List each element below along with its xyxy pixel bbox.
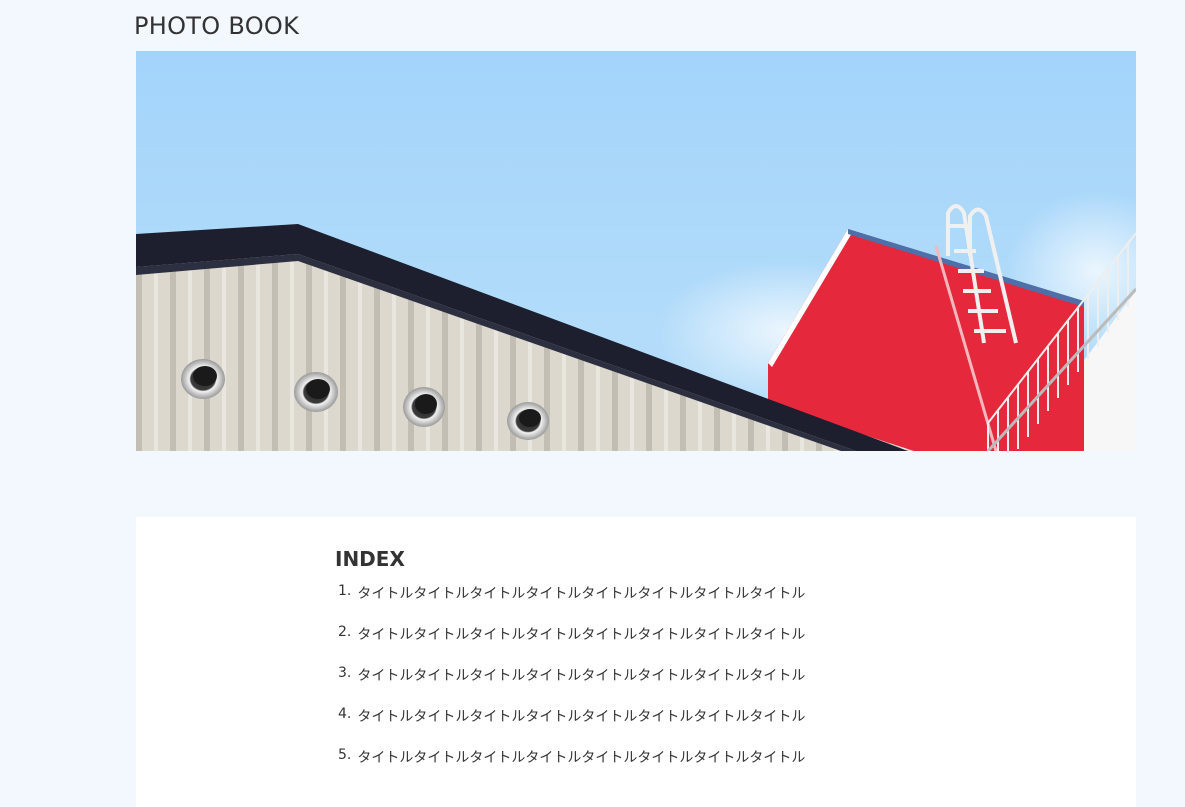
list-item[interactable]: 2. タイトルタイトルタイトルタイトルタイトルタイトルタイトルタイトル — [338, 624, 805, 665]
index-link-3[interactable]: 3. タイトルタイトルタイトルタイトルタイトルタイトルタイトルタイトル — [338, 665, 805, 706]
list-title: タイトルタイトルタイトルタイトルタイトルタイトルタイトルタイトル — [357, 709, 806, 725]
list-number: 5. — [338, 747, 352, 763]
list-title: タイトルタイトルタイトルタイトルタイトルタイトルタイトルタイトル — [357, 627, 806, 643]
site-title: PHOTO BOOK — [134, 12, 300, 40]
list-number: 4. — [338, 706, 352, 722]
list-title: タイトルタイトルタイトルタイトルタイトルタイトルタイトルタイトル — [357, 668, 806, 684]
list-title: タイトルタイトルタイトルタイトルタイトルタイトルタイトルタイトル — [357, 750, 806, 766]
list-title: タイトルタイトルタイトルタイトルタイトルタイトルタイトルタイトル — [357, 586, 806, 602]
index-link-1[interactable]: 1. タイトルタイトルタイトルタイトルタイトルタイトルタイトルタイトル — [338, 583, 805, 624]
list-item[interactable]: 3. タイトルタイトルタイトルタイトルタイトルタイトルタイトルタイトル — [338, 665, 805, 706]
hero-image — [136, 51, 1136, 451]
index-card: INDEX 1. タイトルタイトルタイトルタイトルタイトルタイトルタイトルタイト… — [136, 517, 1136, 807]
index-list: 1. タイトルタイトルタイトルタイトルタイトルタイトルタイトルタイトル 2. タ… — [338, 583, 805, 788]
list-number: 3. — [338, 665, 352, 681]
index-link-2[interactable]: 2. タイトルタイトルタイトルタイトルタイトルタイトルタイトルタイトル — [338, 624, 805, 665]
list-number: 2. — [338, 624, 352, 640]
list-item[interactable]: 4. タイトルタイトルタイトルタイトルタイトルタイトルタイトルタイトル — [338, 706, 805, 747]
index-link-4[interactable]: 4. タイトルタイトルタイトルタイトルタイトルタイトルタイトルタイトル — [338, 706, 805, 747]
list-number: 1. — [338, 583, 352, 599]
list-item[interactable]: 1. タイトルタイトルタイトルタイトルタイトルタイトルタイトルタイトル — [338, 583, 805, 624]
index-heading: INDEX — [335, 547, 405, 571]
index-link-5[interactable]: 5. タイトルタイトルタイトルタイトルタイトルタイトルタイトルタイトル — [338, 747, 805, 788]
list-item[interactable]: 5. タイトルタイトルタイトルタイトルタイトルタイトルタイトルタイトル — [338, 747, 805, 788]
